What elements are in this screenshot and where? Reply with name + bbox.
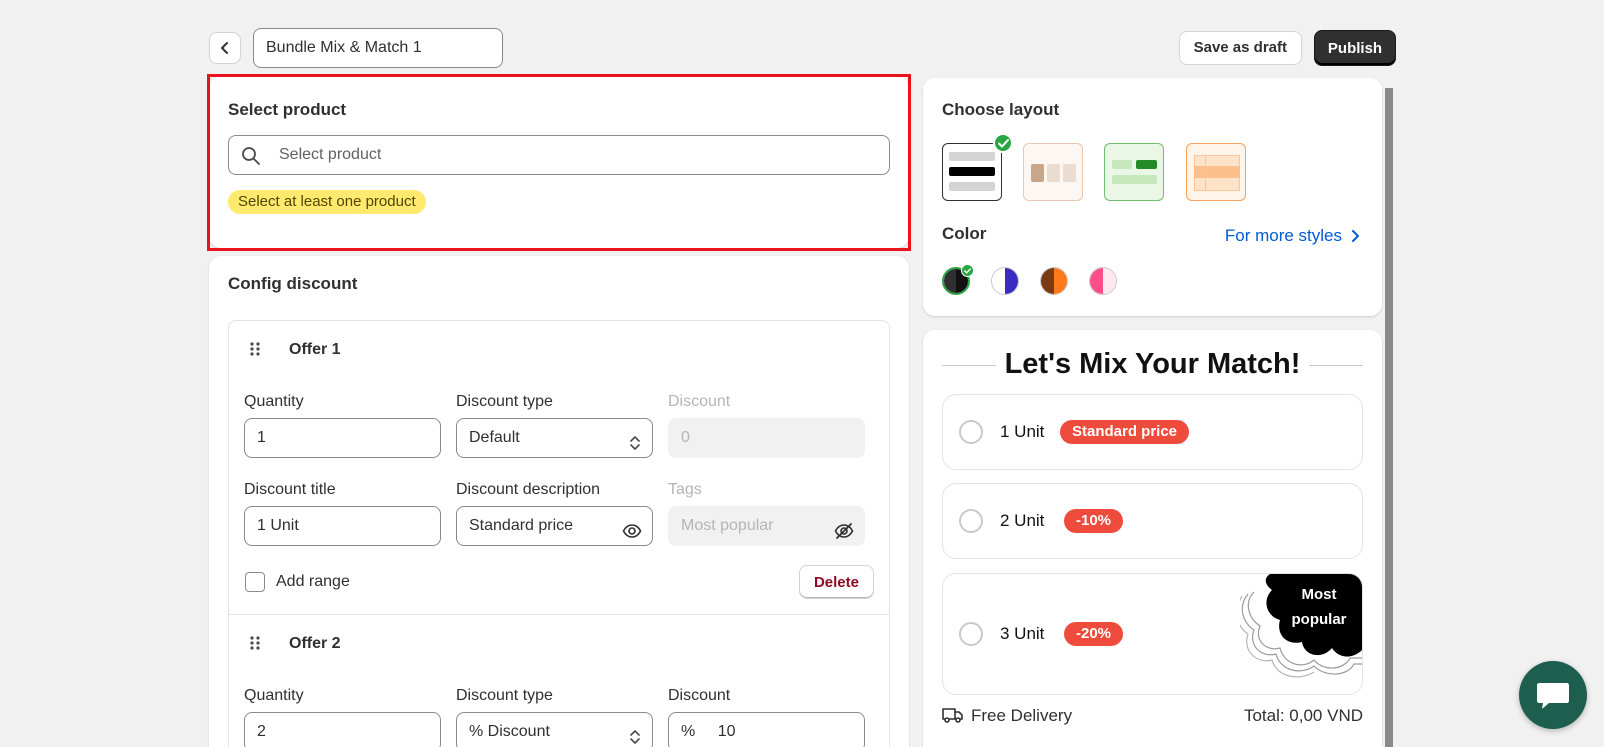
discount-label: Discount [668,393,731,410]
option-unit: 3 Unit [1000,624,1045,643]
quantity-label: Quantity [244,687,304,704]
select-arrows-icon [628,723,642,747]
add-range-label: Add range [276,573,350,590]
select-arrows-icon [628,429,642,467]
color-swatch-purple[interactable] [991,267,1019,295]
option-unit: 1 Unit [1000,422,1045,441]
more-styles-label: For more styles [1224,226,1342,245]
truck-icon [942,706,964,729]
delete-offer-button[interactable]: Delete [798,565,874,599]
offers-list: Offer 1 Quantity Discount type Discount … [228,320,890,747]
bundle-option[interactable]: 1 Unit Standard price [942,394,1363,470]
offer-header: Offer 1 [229,335,889,365]
option-radio[interactable] [959,622,983,646]
add-range-checkbox[interactable] [245,572,265,592]
discount-type-label: Discount type [456,393,553,410]
discount-type-label: Discount type [456,687,553,704]
discount-type-value: % Discount [469,723,550,740]
tags-label: Tags [668,481,702,498]
color-swatch-orange[interactable] [1040,267,1068,295]
discount-type-value: Default [469,429,520,446]
more-styles-link[interactable]: For more styles [1225,226,1360,246]
offer-header: Offer 2 [229,629,889,659]
chevron-right-icon [1352,230,1359,242]
layout-option-grid[interactable] [1104,143,1164,201]
top-bar: Bundle Mix & Match 1 Save as draft Publi… [209,28,1396,68]
option-radio[interactable] [959,509,983,533]
chevron-left-icon [221,42,228,54]
offer-title: Offer 2 [289,635,341,652]
config-discount-card: Config discount Offer 1 Quantity Discoun… [209,256,909,747]
eye-off-icon[interactable] [834,517,854,555]
most-popular-ribbon: Most popular [1240,574,1362,678]
drag-handle-icon[interactable] [249,635,261,656]
scrollbar-thumb[interactable] [1385,88,1393,747]
tags-input[interactable]: Most popular [668,506,865,546]
discount-value: 10 [717,723,736,740]
discount-label: Discount [668,687,731,704]
option-tag: Standard price [1060,420,1190,444]
warning-badge: Select at least one product [228,190,426,214]
tags-placeholder: Most popular [681,517,774,534]
search-icon [241,146,261,171]
discount-title-input[interactable]: 1 Unit [244,506,441,546]
color-title: Color [942,224,987,243]
layout-selected-check-icon [993,133,1013,153]
total-text: Total: 0,00 VND [1243,706,1363,725]
product-search-box[interactable] [228,135,890,175]
discount-input[interactable]: 0 [668,418,865,458]
chat-bubble-icon [1537,683,1569,709]
choose-layout-card: Choose layout Color For more styles [923,78,1382,316]
drag-handle-icon[interactable] [249,341,261,362]
bundle-option[interactable]: 2 Unit -10% [942,483,1363,559]
chat-button[interactable] [1519,661,1587,729]
bundle-preview-card: Let's Mix Your Match! 1 Unit Standard pr… [923,330,1382,747]
discount-type-select[interactable]: Default [456,418,653,458]
bundle-option[interactable]: 3 Unit -20% Most popular [942,573,1363,695]
discount-input[interactable]: % 10 [668,712,865,747]
save-draft-button[interactable]: Save as draft [1178,31,1302,65]
discount-description-value: Standard price [469,517,574,534]
discount-prefix: % [681,723,696,740]
discount-description-label: Discount description [456,481,601,498]
layout-option-columns[interactable] [1023,143,1083,201]
quantity-input[interactable]: 1 [244,418,441,458]
discount-title-label: Discount title [244,481,336,498]
preview-title: Let's Mix Your Match! [1004,348,1301,380]
eye-icon[interactable] [622,517,642,555]
quantity-label: Quantity [244,393,304,410]
discount-type-select[interactable]: % Discount [456,712,653,747]
color-selected-check-icon [961,264,974,277]
offer-divider [229,614,889,615]
scrollbar[interactable] [1383,78,1395,747]
config-discount-title: Config discount [228,274,358,293]
product-search-input[interactable] [279,136,879,174]
ribbon-label: Most popular [1291,586,1347,628]
delivery-text: Free Delivery [971,706,1073,725]
quantity-input[interactable]: 2 [244,712,441,747]
select-product-title: Select product [228,100,347,119]
offer-title: Offer 1 [289,341,341,358]
option-tag: -20% [1064,622,1124,646]
back-button[interactable] [209,32,241,64]
publish-button[interactable]: Publish [1314,30,1396,66]
layout-option-table[interactable] [1186,143,1246,201]
option-unit: 2 Unit [1000,511,1045,530]
choose-layout-title: Choose layout [942,100,1060,119]
option-radio[interactable] [959,420,983,444]
bundle-name-input[interactable]: Bundle Mix & Match 1 [253,28,503,68]
select-product-card: Select product Select at least one produ… [209,76,909,248]
color-swatch-pink[interactable] [1089,267,1117,295]
discount-description-input[interactable]: Standard price [456,506,653,546]
layout-option-stacked[interactable] [942,143,1002,201]
option-tag: -10% [1064,509,1124,533]
